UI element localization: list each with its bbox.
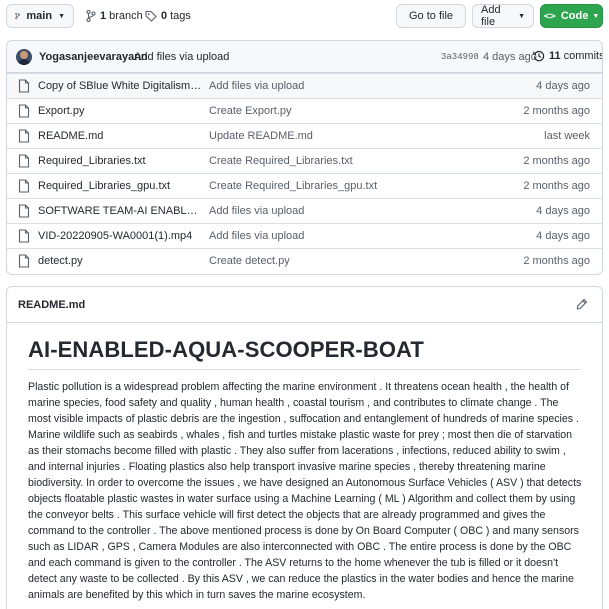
- file-icon: [18, 204, 30, 218]
- file-age: 2 months ago: [523, 255, 590, 267]
- file-name-link[interactable]: SOFTWARE TEAM-AI ENABLED AQU...: [38, 205, 204, 217]
- chevron-down-icon: ▼: [58, 12, 65, 20]
- file-row[interactable]: Required_Libraries_gpu.txt Create Requir…: [7, 173, 602, 198]
- commits-count: 11: [549, 50, 561, 62]
- file-age: last week: [544, 130, 590, 142]
- file-commit-message[interactable]: Create detect.py: [209, 255, 290, 267]
- file-row[interactable]: Copy of SBlue White Digitalism Basic ...…: [7, 73, 602, 98]
- file-icon: [18, 254, 30, 268]
- file-row[interactable]: Export.py Create Export.py 2 months ago: [7, 98, 602, 123]
- file-name-link[interactable]: VID-20220905-WA0001(1).mp4: [38, 230, 204, 242]
- latest-commit-bar: Yogasanjeevarayann Add files via upload …: [7, 41, 602, 73]
- file-icon: [18, 104, 30, 118]
- chevron-down-icon: ▼: [592, 12, 600, 20]
- file-row[interactable]: VID-20220905-WA0001(1).mp4 Add files via…: [7, 223, 602, 248]
- tags-label: tags: [170, 10, 191, 22]
- readme-filename[interactable]: README.md: [18, 299, 85, 311]
- branches-link[interactable]: 1 branch: [86, 10, 143, 22]
- readme-panel: README.md AI-ENABLED-AQUA-SCOOPER-BOAT P…: [6, 286, 603, 609]
- file-name-link[interactable]: detect.py: [38, 255, 204, 267]
- commit-time: 4 days ago: [483, 51, 537, 63]
- commit-message[interactable]: Add files via upload: [134, 51, 229, 63]
- commit-author[interactable]: Yogasanjeevarayann: [39, 51, 148, 63]
- readme-body-text: Plastic pollution is a widespread proble…: [28, 381, 582, 601]
- file-commit-message[interactable]: Add files via upload: [209, 230, 304, 242]
- commits-link[interactable]: 11 commits: [533, 50, 603, 62]
- git-branch-icon: [15, 12, 21, 20]
- file-age: 2 months ago: [523, 180, 590, 192]
- add-file-label: Add file: [481, 4, 501, 28]
- file-age: 2 months ago: [523, 105, 590, 117]
- file-age: 4 days ago: [536, 205, 590, 217]
- commits-label: commits: [563, 50, 603, 62]
- file-row[interactable]: README.md Update README.md last week: [7, 123, 602, 148]
- add-file-button[interactable]: Add file ▼: [472, 4, 534, 28]
- chevron-down-icon: ▼: [518, 12, 525, 20]
- branches-count: 1: [100, 10, 107, 22]
- file-browser: Yogasanjeevarayann Add files via upload …: [6, 40, 603, 275]
- go-to-file-label: Go to file: [408, 10, 454, 22]
- readme-header: README.md: [7, 287, 602, 323]
- file-name-link[interactable]: Export.py: [38, 105, 204, 117]
- file-name-link[interactable]: Required_Libraries.txt: [38, 155, 204, 167]
- pencil-icon[interactable]: [576, 298, 588, 310]
- file-commit-message[interactable]: Add files via upload: [209, 205, 304, 217]
- file-row[interactable]: Required_Libraries.txt Create Required_L…: [7, 148, 602, 173]
- file-age: 4 days ago: [536, 80, 590, 92]
- file-icon: [18, 79, 30, 93]
- tag-icon: [145, 10, 157, 22]
- tags-count: 0: [161, 10, 168, 22]
- file-icon: [18, 129, 30, 143]
- file-commit-message[interactable]: Update README.md: [209, 130, 313, 142]
- commit-hash[interactable]: 3a34998: [441, 52, 479, 62]
- branch-select-button[interactable]: main ▼: [6, 4, 74, 28]
- file-age: 2 months ago: [523, 155, 590, 167]
- file-icon: [18, 229, 30, 243]
- file-name-link[interactable]: README.md: [38, 130, 204, 142]
- code-icon: <>: [543, 10, 556, 22]
- repo-toolbar: main ▼ 1 branch 0 tags Go to file Add fi…: [6, 3, 603, 29]
- branches-label: branch: [109, 10, 143, 22]
- avatar[interactable]: [16, 49, 32, 65]
- go-to-file-button[interactable]: Go to file: [396, 4, 466, 28]
- branch-name: main: [26, 10, 53, 22]
- file-name-link[interactable]: Copy of SBlue White Digitalism Basic ...: [38, 80, 204, 92]
- git-branch-icon: [86, 10, 96, 22]
- history-icon: [533, 50, 545, 62]
- code-button[interactable]: <> Code ▼: [540, 4, 603, 28]
- file-commit-message[interactable]: Create Required_Libraries_gpu.txt: [209, 180, 377, 192]
- file-row[interactable]: SOFTWARE TEAM-AI ENABLED AQU... Add file…: [7, 198, 602, 223]
- file-commit-message[interactable]: Create Required_Libraries.txt: [209, 155, 353, 167]
- file-row[interactable]: detect.py Create detect.py 2 months ago: [7, 248, 602, 273]
- file-icon: [18, 179, 30, 193]
- tags-link[interactable]: 0 tags: [145, 10, 191, 22]
- file-commit-message[interactable]: Add files via upload: [209, 80, 304, 92]
- file-icon: [18, 154, 30, 168]
- file-age: 4 days ago: [536, 230, 590, 242]
- code-label: Code: [560, 10, 589, 22]
- readme-heading: AI-ENABLED-AQUA-SCOOPER-BOAT: [28, 337, 581, 370]
- file-name-link[interactable]: Required_Libraries_gpu.txt: [38, 180, 204, 192]
- file-commit-message[interactable]: Create Export.py: [209, 105, 292, 117]
